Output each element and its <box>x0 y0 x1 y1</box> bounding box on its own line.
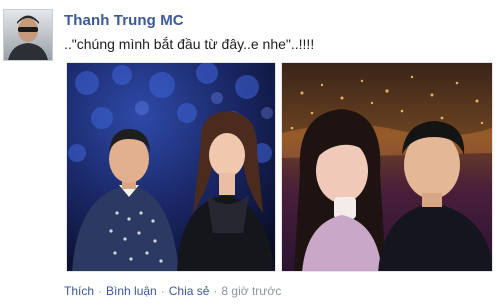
share-link[interactable]: Chia sẻ <box>169 284 210 298</box>
post-photo-left[interactable] <box>66 62 276 272</box>
author-name[interactable]: Thanh Trung MC <box>64 12 184 29</box>
post-timestamp[interactable]: 8 giờ trước <box>221 284 281 298</box>
like-link[interactable]: Thích <box>64 284 94 298</box>
post-message: .."chúng mình bắt đầu từ đây..e nhe"..!!… <box>64 36 315 52</box>
comment-link[interactable]: Bình luận <box>106 284 157 298</box>
post-photo-right[interactable] <box>281 62 493 272</box>
separator: · <box>160 284 165 298</box>
post-actions-bar: Thích · Bình luận · Chia sẻ · 8 giờ trướ… <box>64 284 281 298</box>
separator: · <box>98 284 103 298</box>
author-avatar[interactable] <box>3 9 53 61</box>
separator: · <box>213 284 218 298</box>
facebook-post: Thanh Trung MC .."chúng mình bắt đầu từ … <box>0 0 500 307</box>
